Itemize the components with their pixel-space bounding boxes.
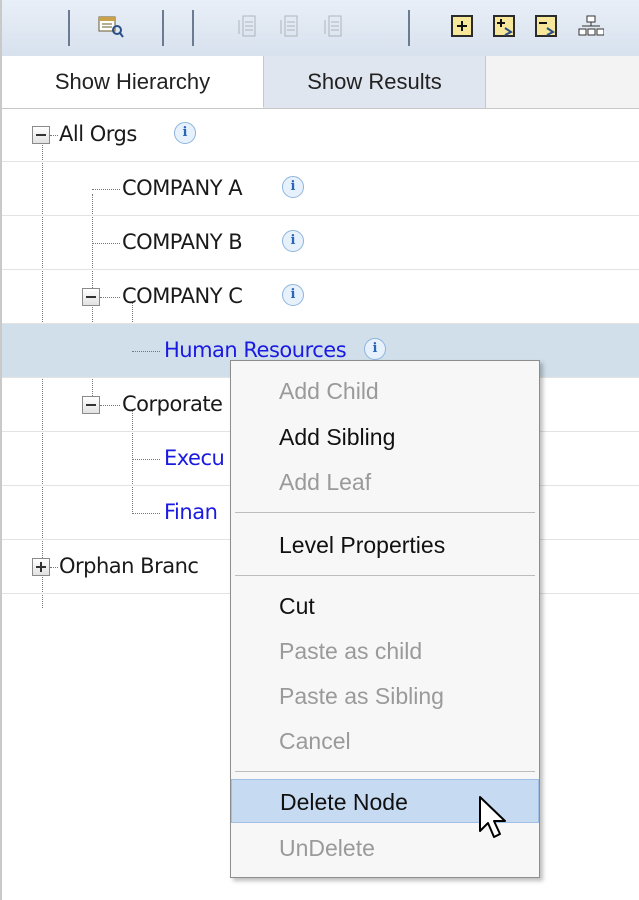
menu-item-cancel[interactable]: Cancel (231, 719, 539, 763)
info-icon[interactable]: i (282, 176, 304, 198)
view-tabs: Show Hierarchy Show Results (2, 56, 639, 109)
menu-item-add-sibling[interactable]: Add Sibling (231, 415, 539, 459)
menu-item-paste-as-child[interactable]: Paste as child (231, 629, 539, 673)
mouse-pointer-icon (478, 795, 508, 848)
toolbar-separator (408, 10, 410, 46)
menu-item-paste-as-sibling[interactable]: Paste as Sibling (231, 674, 539, 718)
info-icon[interactable]: i (282, 284, 304, 306)
tree-node-label: COMPANY B (122, 230, 243, 254)
tree-node-label: Corporate (122, 392, 223, 416)
tree-node-label[interactable]: Execu (164, 445, 225, 471)
info-icon[interactable]: i (282, 230, 304, 252)
tree-node-company-c[interactable]: COMPANY C i (2, 270, 639, 324)
menu-separator (235, 771, 535, 772)
add-leaf-icon[interactable] (322, 14, 348, 38)
tree-node-all-orgs[interactable]: All Orgs i (2, 108, 639, 162)
tab-show-hierarchy[interactable]: Show Hierarchy (2, 56, 264, 108)
info-icon[interactable]: i (174, 122, 196, 144)
menu-separator (235, 575, 535, 576)
menu-item-cut[interactable]: Cut (231, 584, 539, 628)
tree-node-label: Orphan Branc (59, 554, 199, 578)
collapse-node-icon[interactable] (534, 14, 560, 38)
expand-node-icon[interactable] (32, 558, 50, 576)
add-sibling-below-icon[interactable] (278, 14, 304, 38)
toolbar (2, 0, 639, 57)
find-icon[interactable] (98, 14, 124, 38)
toolbar-separator (162, 10, 164, 46)
tab-show-results[interactable]: Show Results (264, 56, 486, 108)
tree-node-company-a[interactable]: COMPANY A i (2, 162, 639, 216)
tree-node-company-b[interactable]: COMPANY B i (2, 216, 639, 270)
hierarchy-panel: Show Hierarchy Show Results All Orgs i C… (0, 0, 639, 900)
toolbar-separator (68, 10, 70, 46)
add-sibling-above-icon[interactable] (236, 14, 262, 38)
tree-node-label: All Orgs (59, 122, 137, 146)
menu-item-add-child[interactable]: Add Child (231, 369, 539, 413)
collapse-node-icon[interactable] (32, 126, 50, 144)
tree-node-label[interactable]: Finan (164, 499, 218, 525)
toolbar-separator (192, 10, 194, 46)
expand-all-icon[interactable] (450, 14, 476, 38)
menu-item-level-properties[interactable]: Level Properties (231, 523, 539, 567)
info-icon[interactable]: i (364, 338, 386, 360)
hierarchy-icon[interactable] (578, 14, 604, 38)
menu-item-add-leaf[interactable]: Add Leaf (231, 460, 539, 504)
collapse-node-icon[interactable] (82, 396, 100, 414)
menu-separator (235, 512, 535, 513)
tree-node-label: COMPANY C (122, 284, 243, 308)
collapse-node-icon[interactable] (82, 288, 100, 306)
expand-node-icon[interactable] (492, 14, 518, 38)
tree-node-label: COMPANY A (122, 176, 243, 200)
